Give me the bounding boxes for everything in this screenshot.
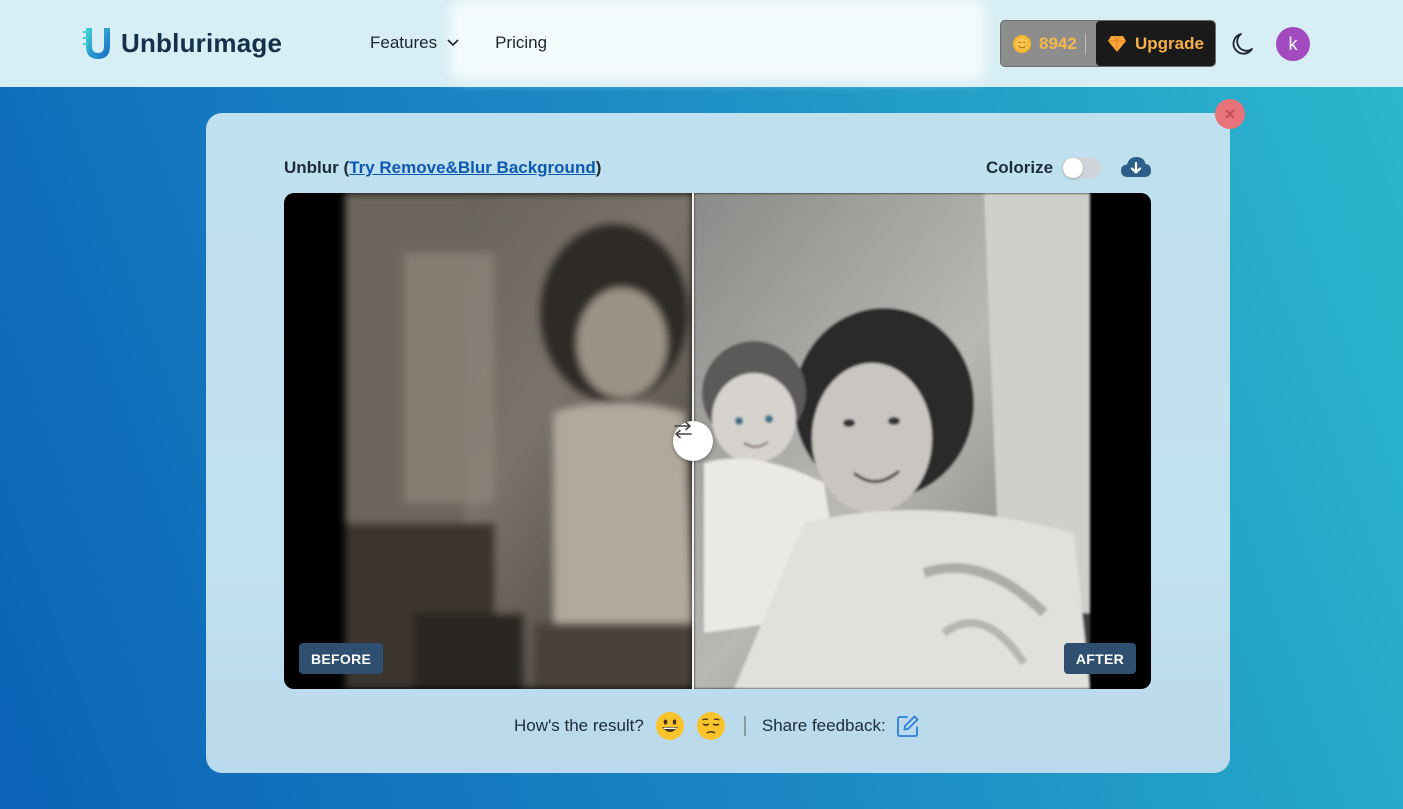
nav-pricing-label: Pricing — [495, 33, 548, 52]
before-label: BEFORE — [299, 643, 384, 674]
colorize-toggle[interactable] — [1062, 157, 1102, 179]
feedback-question: How's the result? — [514, 716, 644, 735]
panel-title-prefix: Unblur ( — [284, 158, 350, 177]
colorize-label: Colorize — [986, 158, 1054, 177]
feedback-separator — [743, 716, 746, 736]
after-photo — [694, 193, 1090, 689]
user-avatar[interactable]: k — [1276, 27, 1310, 61]
close-button[interactable] — [1215, 99, 1245, 129]
logo[interactable]: Unblurimage — [83, 25, 282, 61]
before-photo — [345, 193, 693, 689]
moon-icon — [1232, 33, 1253, 55]
credits-counter[interactable]: 8942 — [1001, 33, 1096, 54]
download-button[interactable] — [1120, 155, 1152, 186]
feedback-bar: How's the result? Share feedback: — [514, 710, 920, 742]
nav-features[interactable]: Features — [370, 33, 459, 53]
toggle-knob — [1063, 158, 1083, 178]
grinning-face-icon[interactable] — [655, 711, 685, 741]
top-navbar: Unblurimage Features Pricing 8942 Upgrad… — [0, 0, 1403, 87]
credits-upgrade-group: 8942 Upgrade — [1000, 20, 1216, 67]
upgrade-label: Upgrade — [1135, 33, 1204, 53]
after-label: AFTER — [1063, 643, 1136, 674]
swap-compare-button[interactable] — [673, 421, 713, 461]
credits-value: 8942 — [1039, 33, 1077, 53]
coin-icon — [1013, 34, 1031, 53]
panel-title-suffix: ) — [595, 158, 602, 177]
swap-arrows-icon — [674, 421, 692, 439]
upgrade-button[interactable]: Upgrade — [1096, 21, 1215, 66]
photo-canvas — [345, 193, 1090, 689]
cloud-download-icon — [1121, 157, 1151, 177]
main-nav: Features Pricing — [370, 33, 547, 53]
logo-u-icon — [83, 28, 110, 59]
pensive-face-icon[interactable] — [696, 711, 726, 741]
chevron-down-icon — [447, 39, 459, 47]
nav-pricing[interactable]: Pricing — [495, 33, 547, 53]
edit-feedback-icon[interactable] — [896, 714, 920, 738]
diamond-icon — [1108, 35, 1127, 52]
credits-separator — [1084, 33, 1086, 54]
before-after-viewer[interactable]: BEFORE AFTER — [284, 193, 1151, 689]
remove-blur-background-link[interactable]: Try Remove&Blur Background — [349, 158, 596, 177]
close-icon — [1225, 109, 1235, 119]
theme-toggle-button[interactable] — [1232, 32, 1254, 61]
logo-text: Unblurimage — [121, 27, 283, 58]
nav-features-label: Features — [370, 33, 438, 52]
share-feedback-label: Share feedback: — [761, 716, 886, 735]
panel-title: Unblur (Try Remove&Blur Background) — [284, 158, 601, 178]
